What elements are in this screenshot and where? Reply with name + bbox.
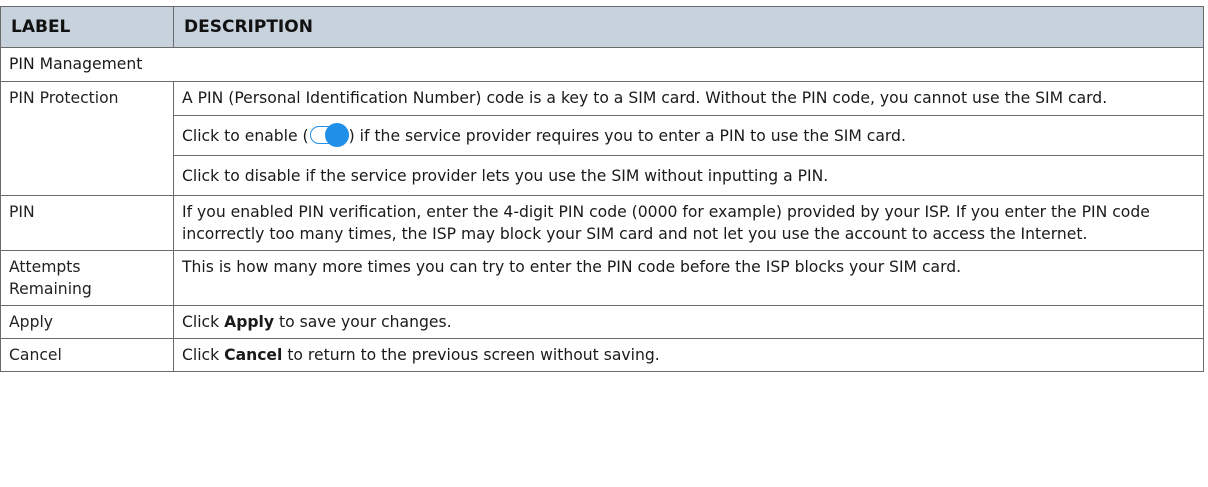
description-paragraph: Click to disable if the service provider… [174,155,1203,195]
table-row: PIN If you enabled PIN verification, ent… [0,195,1204,251]
description-table: LABEL DESCRIPTION PIN Management PIN Pro… [0,6,1204,372]
row-description: If you enabled PIN verification, enter t… [173,195,1204,251]
row-description: Click Cancel to return to the previous s… [173,338,1204,372]
toggle-on-icon [309,123,349,147]
description-text: to return to the previous screen without… [282,346,660,364]
description-text: Click [182,313,225,331]
row-label: PIN [0,195,174,251]
header-description: DESCRIPTION [173,6,1204,48]
description-paragraph: Click to enable ( ) if the service provid… [174,115,1203,155]
header-label: LABEL [0,6,174,48]
table-row: Apply Click Apply to save your changes. [0,305,1204,339]
row-label: PIN Protection [0,81,174,196]
row-label: Attempts Remaining [0,250,174,306]
description-text: Click to enable ( [182,127,309,145]
row-description: Click Apply to save your changes. [173,305,1204,339]
cancel-term: Cancel [224,346,283,364]
description-text: Click [182,346,225,364]
row-description: A PIN (Personal Identification Number) c… [173,81,1204,196]
header-row: LABEL DESCRIPTION [0,6,1204,48]
toggle-knob [324,123,349,147]
section-title: PIN Management [0,47,1204,82]
row-label: Apply [0,305,174,339]
apply-term: Apply [224,313,275,331]
description-text: to save your changes. [274,313,452,331]
row-description: This is how many more times you can try … [173,250,1204,306]
table-row: PIN Protection A PIN (Personal Identific… [0,81,1204,196]
section-row: PIN Management [0,47,1204,82]
table-row: Attempts Remaining This is how many more… [0,250,1204,306]
table-row: Cancel Click Cancel to return to the pre… [0,338,1204,372]
description-paragraph: A PIN (Personal Identification Number) c… [182,89,1108,107]
description-text: ) if the service provider requires you t… [348,127,906,145]
row-label: Cancel [0,338,174,372]
